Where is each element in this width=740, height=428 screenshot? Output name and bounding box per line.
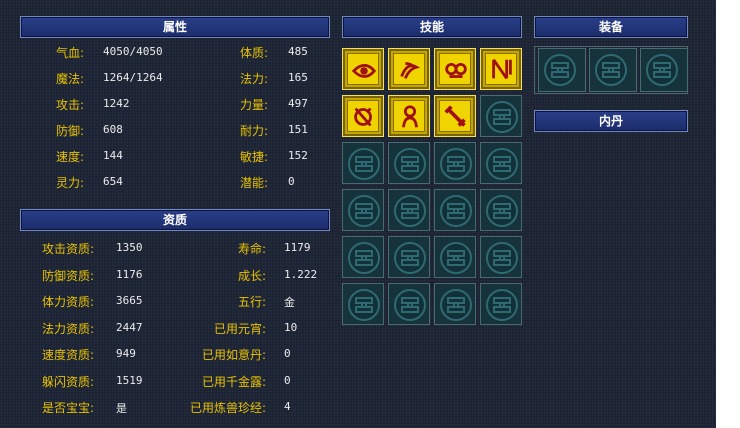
attr-value: 152 xyxy=(288,149,308,162)
aptitude-label: 成长: xyxy=(237,268,266,283)
empty-skill-slot[interactable] xyxy=(480,283,522,325)
empty-skill-slot[interactable] xyxy=(342,236,384,278)
attr-label: 力量: xyxy=(239,98,268,112)
aptitude-label: 已用千金露: xyxy=(201,374,266,389)
aptitude-label: 是否宝宝: xyxy=(41,401,94,415)
aptitude-label: 五行: xyxy=(237,295,266,309)
aptitude-label: 寿命: xyxy=(237,242,266,256)
aptitude-header: 资质 xyxy=(20,209,330,231)
attr-label: 气血: xyxy=(55,46,84,60)
aptitude-value: 金 xyxy=(284,296,295,309)
aptitude-value: 1179 xyxy=(284,241,311,254)
empty-skill-slot[interactable] xyxy=(342,142,384,184)
skill-slot[interactable] xyxy=(342,48,384,90)
attr-value: 1264/1264 xyxy=(103,71,163,84)
equipment-slot[interactable] xyxy=(538,48,586,92)
empty-skill-slot[interactable] xyxy=(388,236,430,278)
skill-slot[interactable] xyxy=(434,95,476,137)
attr-value: 0 xyxy=(288,175,295,188)
attr-label: 魔法: xyxy=(55,72,84,86)
attr-label: 灵力: xyxy=(55,176,84,190)
attr-value: 485 xyxy=(288,45,308,58)
serpent-skill-icon xyxy=(400,62,421,79)
attr-value: 654 xyxy=(103,175,123,188)
attr-value: 1242 xyxy=(103,97,130,110)
aptitude-value: 1350 xyxy=(116,241,143,254)
attr-value: 151 xyxy=(288,123,308,136)
empty-skill-slot[interactable] xyxy=(434,142,476,184)
shield-skill-icon xyxy=(492,58,512,80)
empty-skill-slot[interactable] xyxy=(434,189,476,231)
aptitude-label: 已用元宵: xyxy=(213,321,266,336)
attr-label: 法力: xyxy=(239,72,268,86)
skill-slot[interactable] xyxy=(342,95,384,137)
empty-skill-slot[interactable] xyxy=(388,283,430,325)
skills-header: 技能 xyxy=(342,16,522,38)
aptitude-label: 已用炼兽珍经: xyxy=(189,401,266,415)
empty-skill-slot[interactable] xyxy=(434,236,476,278)
aptitude-value: 4 xyxy=(284,400,291,413)
empty-skill-slot[interactable] xyxy=(434,283,476,325)
attr-label: 体质: xyxy=(239,46,268,60)
aptitude-label: 攻击资质: xyxy=(41,242,94,256)
attr-label: 耐力: xyxy=(239,124,268,138)
attr-label: 敏捷: xyxy=(239,150,268,164)
aptitude-label: 防御资质: xyxy=(41,268,94,283)
aptitude-value: 949 xyxy=(116,347,136,360)
aptitude-label: 法力资质: xyxy=(41,321,94,336)
attr-label: 攻击: xyxy=(55,98,84,112)
empty-skill-slot[interactable] xyxy=(388,189,430,231)
aptitude-value: 1176 xyxy=(116,267,143,281)
owl-skill-icon xyxy=(445,63,467,78)
attr-label: 防御: xyxy=(55,124,84,138)
empty-skill-slot[interactable] xyxy=(480,189,522,231)
neidan-header: 内丹 xyxy=(534,110,688,132)
skill-slot[interactable] xyxy=(434,48,476,90)
spirit-skill-icon xyxy=(354,107,372,127)
skill-slot[interactable] xyxy=(388,95,430,137)
eye-skill-icon xyxy=(351,63,377,78)
aptitude-value: 2447 xyxy=(116,320,143,334)
aptitude-value: 0 xyxy=(284,373,291,387)
empty-skill-slot[interactable] xyxy=(480,142,522,184)
sword-skill-icon xyxy=(444,105,466,127)
aptitude-label: 已用如意丹: xyxy=(201,348,266,362)
aptitude-label: 体力资质: xyxy=(41,295,94,309)
attr-value: 4050/4050 xyxy=(103,45,163,58)
pet-info-panel: 属性 气血: 4050/4050 体质: 485 魔法: 1264/1264 法力: 165 攻… xyxy=(0,0,716,428)
empty-skill-slot[interactable] xyxy=(480,95,522,137)
attr-value: 497 xyxy=(288,97,308,110)
equipment-header: 装备 xyxy=(534,16,688,38)
aptitude-label: 躲闪资质: xyxy=(41,374,94,389)
attr-label: 速度: xyxy=(55,150,84,164)
attributes-header: 属性 xyxy=(20,16,330,38)
aptitude-value: 3665 xyxy=(116,294,143,307)
aptitude-label: 速度资质: xyxy=(41,348,94,362)
aptitude-value: 1.222 xyxy=(284,267,318,281)
empty-skill-slot[interactable] xyxy=(342,189,384,231)
right-margin xyxy=(716,0,740,428)
skill-slot[interactable] xyxy=(480,48,522,90)
equipment-slot[interactable] xyxy=(589,48,637,92)
aptitude-value: 是 xyxy=(116,402,127,415)
empty-skill-slot[interactable] xyxy=(480,236,522,278)
empty-skill-slot[interactable] xyxy=(388,142,430,184)
attr-value: 144 xyxy=(103,149,123,162)
attr-value: 608 xyxy=(103,123,123,136)
skill-slot[interactable] xyxy=(388,48,430,90)
aptitude-value: 1519 xyxy=(116,373,143,387)
aptitude-value: 10 xyxy=(284,320,298,334)
figure-skill-icon xyxy=(402,105,418,128)
empty-skill-slot[interactable] xyxy=(342,283,384,325)
attr-value: 165 xyxy=(288,71,308,84)
attr-label: 潜能: xyxy=(239,176,268,190)
aptitude-value: 0 xyxy=(284,347,291,360)
equipment-slot[interactable] xyxy=(640,48,688,92)
